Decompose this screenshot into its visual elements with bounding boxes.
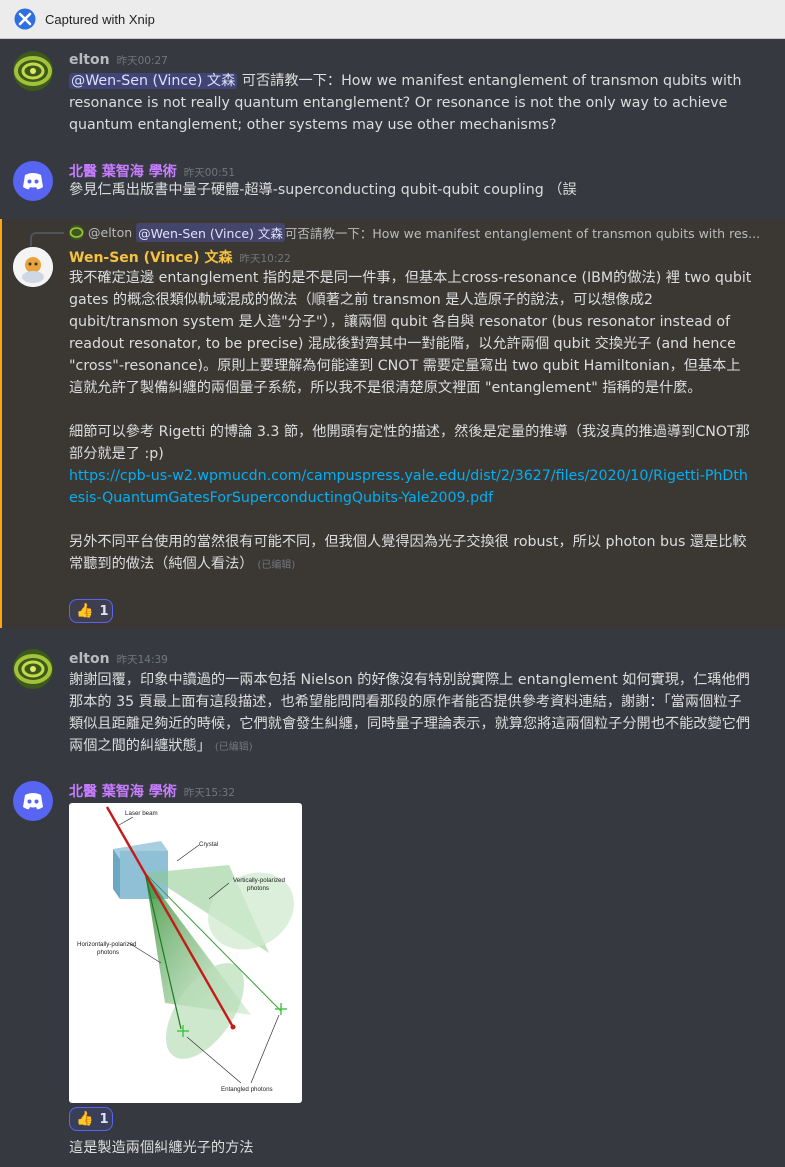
reply-text: 可否請教一下：How we manifest entanglement of t… [284, 226, 761, 241]
discord-icon [23, 173, 43, 190]
timestamp: 昨天14:39 [116, 654, 168, 666]
svg-text:photons: photons [97, 949, 119, 956]
paragraph-2: 細節可以參考 Rigetti 的博論 3.3 節，他開頭有定性的描述，然後是定量… [69, 424, 750, 462]
avatar-vince[interactable] [13, 247, 53, 287]
reaction-count: 1 [99, 1111, 109, 1127]
label-vertical: Vertically-polarized [233, 877, 285, 884]
mention[interactable]: @Wen-Sen (Vince) 文森 [69, 73, 238, 89]
reply-user: @elton [88, 225, 133, 240]
avatar-discord[interactable] [13, 161, 53, 201]
avatar-elton-mini [69, 225, 84, 240]
label-entangled: Entangled photons [221, 1086, 273, 1093]
thumbs-up-icon: 👍 [76, 1111, 94, 1127]
timestamp: 昨天00:27 [116, 55, 168, 67]
username[interactable]: 北醫 葉智海 學術 [69, 161, 177, 181]
svg-text:photons: photons [247, 885, 269, 892]
message-text: 這是製造兩個糾纏光子的方法 [69, 1140, 254, 1156]
reaction-thumbs-up[interactable]: 👍 1 [69, 1107, 113, 1131]
window-title: Captured with Xnip [45, 11, 155, 27]
username[interactable]: elton [69, 52, 110, 68]
avatar-elton[interactable] [13, 649, 53, 689]
thesis-link[interactable]: https://cpb-us-w2.wpmucdn.com/campuspres… [69, 465, 754, 509]
username[interactable]: elton [69, 651, 110, 667]
message-text: 謝謝回覆，印象中讀過的一兩本包括 Nielson 的好像沒有特別說實際上 ent… [69, 672, 751, 754]
message-text: 我不確定這邊 entanglement 指的是不是同一件事，但基本上cross-… [69, 267, 754, 577]
reaction-thumbs-up[interactable]: 👍 1 [69, 599, 113, 623]
label-horizontal: Horizontally-polarized [77, 941, 137, 948]
paragraph-3: 另外不同平台使用的當然很有可能不同，但我個人覺得因為光子交換很 robust，所… [69, 534, 747, 572]
reply-connector [30, 232, 64, 246]
discord-icon [23, 793, 43, 810]
reply-mention: @Wen-Sen (Vince) 文森 [136, 223, 285, 242]
paragraph-1: 我不確定這邊 entanglement 指的是不是同一件事，但基本上cross-… [69, 270, 752, 396]
timestamp: 昨天10:22 [239, 253, 291, 265]
edited-label: (已编辑) [257, 560, 296, 571]
message-text: 參見仁禹出版書中量子硬體-超導-superconducting qubit-qu… [69, 182, 577, 198]
username[interactable]: Wen-Sen (Vince) 文森 [69, 247, 232, 267]
edited-label: (已编辑) [214, 742, 253, 753]
timestamp: 昨天15:32 [183, 787, 236, 799]
title-bar: Captured with Xnip [0, 0, 785, 39]
label-laser-beam: Laser beam [125, 810, 158, 817]
avatar-discord[interactable] [13, 781, 53, 821]
xnip-logo-icon [14, 8, 36, 30]
entangled-photons-image[interactable]: Laser beam Crystal Vertically-polarized … [69, 803, 302, 1103]
label-crystal: Crystal [199, 841, 218, 848]
entanglement-diagram: Laser beam Crystal Vertically-polarized … [77, 806, 294, 1093]
avatar-elton[interactable] [13, 51, 53, 91]
chat-area[interactable]: elton 昨天00:27 @Wen-Sen (Vince) 文森 可否請教一下… [0, 39, 785, 1167]
message-text: @Wen-Sen (Vince) 文森 可否請教一下：How we manife… [69, 73, 742, 133]
reaction-count: 1 [99, 603, 109, 619]
reply-preview[interactable]: @elton @Wen-Sen (Vince) 文森 可否請教一下：How we… [69, 223, 769, 242]
thumbs-up-icon: 👍 [76, 603, 94, 619]
timestamp: 昨天00:51 [183, 167, 236, 179]
username[interactable]: 北醫 葉智海 學術 [69, 781, 177, 801]
